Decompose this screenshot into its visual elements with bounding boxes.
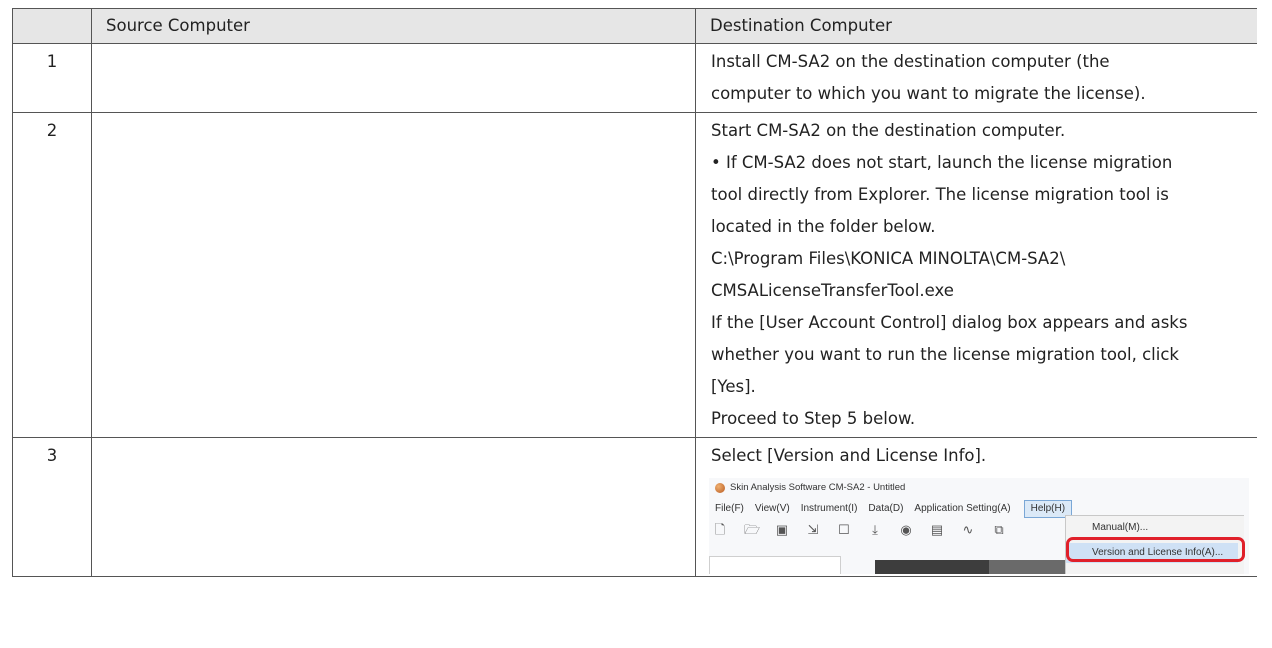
step-number: 1: [12, 43, 92, 113]
document-list-icon[interactable]: ▤: [930, 523, 944, 536]
screenshot-panel: [709, 556, 841, 574]
menu-file[interactable]: File(F): [715, 500, 751, 518]
toolbar: 🗋 🗁 ▣ ⇲ ☐ ⤓ ◉ ▤ ∿ ⧉: [713, 523, 1006, 536]
table-row: 2 Start CM-SA2 on the destination comput…: [12, 112, 1257, 438]
header-step-number: [12, 8, 92, 44]
menu-application-setting[interactable]: Application Setting(A): [914, 500, 1017, 518]
screenshot-header-column: [989, 560, 1065, 574]
text-line: computer to which you want to migrate th…: [711, 84, 1146, 103]
file-name-line: CMSALicenseTransferTool.exe: [711, 281, 954, 300]
header-source-computer: Source Computer: [91, 8, 696, 44]
text-line: Install CM-SA2 on the destination comput…: [711, 52, 1110, 71]
text-line: Select [Version and License Info].: [711, 446, 987, 465]
open-folder-icon[interactable]: 🗁: [744, 523, 760, 536]
window-icon[interactable]: ☐: [837, 523, 851, 536]
destination-cell: Start CM-SA2 on the destination computer…: [695, 112, 1257, 438]
table-row: 1 Install CM-SA2 on the destination comp…: [12, 43, 1257, 113]
text-line: tool directly from Explorer. The license…: [711, 185, 1169, 204]
target-icon[interactable]: ◉: [899, 523, 913, 536]
text-line: whether you want to run the license migr…: [711, 345, 1179, 364]
copy-icon[interactable]: ⧉: [992, 523, 1006, 536]
text-line: [Yes].: [711, 377, 756, 396]
step-number: 2: [12, 112, 92, 438]
app-title: Skin Analysis Software CM-SA2 - Untitled: [730, 482, 906, 493]
app-logo-icon: [715, 483, 725, 493]
app-title-bar: Skin Analysis Software CM-SA2 - Untitled: [715, 482, 905, 494]
export-icon[interactable]: ⇲: [806, 523, 820, 536]
procedure-table-container: Source Computer Destination Computer 1 I…: [12, 8, 1257, 648]
save-icon[interactable]: ▣: [775, 523, 789, 536]
table-header-row: Source Computer Destination Computer: [12, 8, 1257, 44]
menu-data[interactable]: Data(D): [868, 500, 910, 518]
new-file-icon[interactable]: 🗋: [713, 523, 727, 536]
destination-cell: Install CM-SA2 on the destination comput…: [695, 43, 1257, 113]
app-screenshot: Skin Analysis Software CM-SA2 - Untitled…: [709, 478, 1249, 574]
text-line: • If CM-SA2 does not start, launch the l…: [711, 153, 1173, 172]
table-row: 3 Select [Version and License Info]. Ski…: [12, 437, 1257, 577]
step-number: 3: [12, 437, 92, 577]
header-destination-computer: Destination Computer: [695, 8, 1257, 44]
text-line: located in the folder below.: [711, 217, 936, 236]
menu-item-manual[interactable]: Manual(M)...: [1092, 522, 1148, 534]
text-line: If the [User Account Control] dialog box…: [711, 313, 1188, 332]
source-cell: [91, 112, 696, 438]
menu-bar: File(F) View(V) Instrument(I) Data(D) Ap…: [715, 500, 1076, 518]
text-line: Start CM-SA2 on the destination computer…: [711, 121, 1066, 140]
menu-view[interactable]: View(V): [755, 500, 797, 518]
file-path-line: C:\Program Files\KONICA MINOLTA\CM-SA2\: [711, 249, 1066, 268]
text-line: Proceed to Step 5 below.: [711, 409, 916, 428]
menu-instrument[interactable]: Instrument(I): [801, 500, 865, 518]
destination-cell: Select [Version and License Info]. Skin …: [695, 437, 1257, 577]
source-cell: [91, 437, 696, 577]
graph-icon[interactable]: ∿: [961, 523, 975, 536]
procedure-table: Source Computer Destination Computer 1 I…: [12, 8, 1257, 577]
highlight-circle: [1066, 537, 1245, 562]
download-icon[interactable]: ⤓: [868, 523, 882, 536]
source-cell: [91, 43, 696, 113]
